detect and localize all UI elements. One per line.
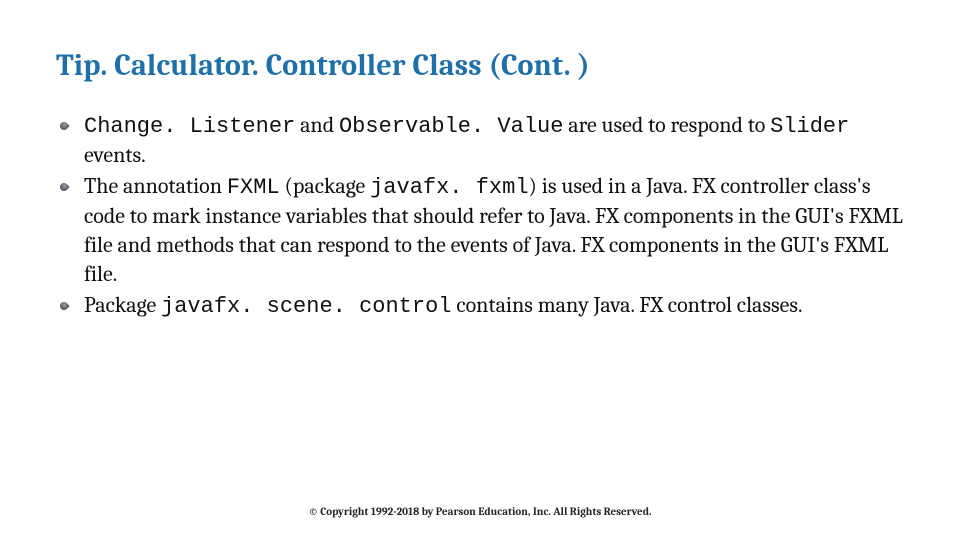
page-title: Tip. Calculator. Controller Class (Cont.…	[56, 48, 904, 83]
code-text: FXML	[227, 175, 280, 200]
list-item: Package javafx. scene. control contains …	[80, 291, 904, 321]
code-text: Change. Listener	[84, 114, 295, 139]
code-text: javafx. scene. control	[161, 294, 451, 319]
list-item: Change. Listener and Observable. Value a…	[80, 111, 904, 170]
code-text: Observable. Value	[339, 114, 563, 139]
bullet-list: Change. Listener and Observable. Value a…	[56, 111, 904, 321]
body-text: (package	[280, 173, 370, 199]
copyright-footer: © Copyright 1992-2018 by Pearson Educati…	[0, 505, 960, 518]
code-text: javafx. fxml	[370, 175, 528, 200]
body-text: and	[295, 112, 339, 138]
body-text: events.	[84, 142, 146, 168]
list-item: The annotation FXML (package javafx. fxm…	[80, 172, 904, 289]
slide: Tip. Calculator. Controller Class (Cont.…	[0, 0, 960, 540]
body-text: Package	[84, 292, 161, 318]
body-text: are used to respond to	[563, 112, 770, 138]
code-text: Slider	[770, 114, 849, 139]
body-text: contains many Java. FX control classes.	[451, 292, 802, 318]
body-text: The annotation	[84, 173, 227, 199]
